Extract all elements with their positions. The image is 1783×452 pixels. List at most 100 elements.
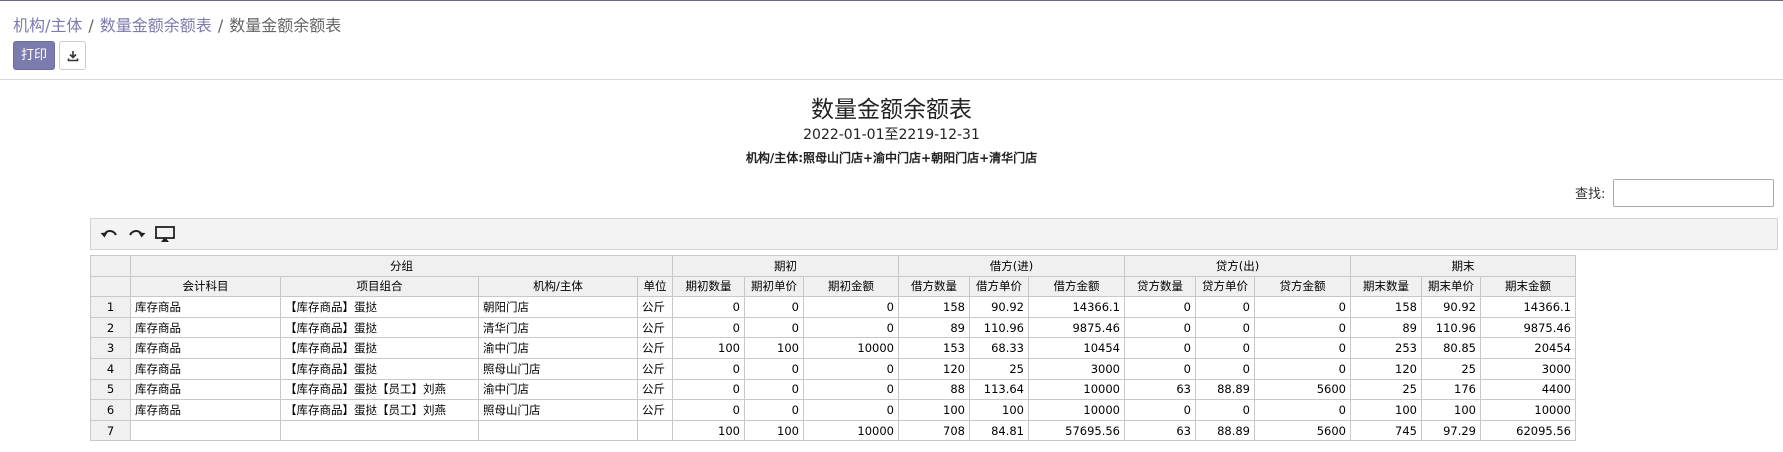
closing-price-cell[interactable]: 100 — [1421, 399, 1481, 421]
debit-amount-cell[interactable]: 9875.46 — [1028, 316, 1125, 339]
opening-qty-cell[interactable]: 0 — [672, 357, 745, 380]
opening-qty-cell[interactable]: 0 — [672, 378, 745, 401]
opening-qty-cell[interactable]: 0 — [672, 296, 745, 318]
debit-price-cell[interactable]: 90.92 — [969, 296, 1029, 318]
column-header[interactable]: 单位 — [637, 275, 673, 298]
project-cell[interactable]: 【库存商品】蛋挞 — [280, 296, 479, 318]
credit-amount-cell[interactable]: 0 — [1254, 296, 1351, 318]
closing-amount-cell[interactable]: 20454 — [1480, 337, 1576, 359]
entity-cell[interactable] — [478, 419, 638, 442]
column-header[interactable]: 期末金额 — [1480, 275, 1576, 298]
debit-price-cell[interactable]: 113.64 — [969, 378, 1029, 401]
column-header[interactable]: 机构/主体 — [478, 275, 638, 298]
credit-amount-cell[interactable]: 5600 — [1254, 378, 1351, 401]
closing-price-cell[interactable]: 110.96 — [1421, 316, 1481, 339]
credit-amount-cell[interactable]: 0 — [1254, 399, 1351, 421]
opening-qty-cell[interactable]: 0 — [672, 399, 745, 421]
column-header[interactable]: 贷方数量 — [1124, 275, 1196, 298]
credit-price-cell[interactable]: 88.89 — [1195, 378, 1255, 401]
account-cell[interactable] — [130, 419, 281, 442]
debit-amount-cell[interactable]: 10000 — [1028, 399, 1125, 421]
opening-amount-cell[interactable]: 0 — [803, 296, 899, 318]
debit-price-cell[interactable]: 25 — [969, 357, 1029, 380]
debit-qty-cell[interactable]: 708 — [898, 419, 970, 442]
column-header[interactable]: 期初数量 — [672, 275, 745, 298]
column-header[interactable]: 借方单价 — [969, 275, 1029, 298]
column-header[interactable]: 借方数量 — [898, 275, 970, 298]
account-cell[interactable]: 库存商品 — [130, 296, 281, 318]
project-cell[interactable] — [280, 419, 479, 442]
credit-amount-cell[interactable]: 0 — [1254, 337, 1351, 359]
entity-cell[interactable]: 朝阳门店 — [478, 296, 638, 318]
breadcrumb-item-report[interactable]: 数量金额余额表 — [100, 16, 212, 35]
download-button[interactable] — [59, 41, 86, 70]
account-cell[interactable]: 库存商品 — [130, 337, 281, 359]
closing-qty-cell[interactable]: 158 — [1350, 296, 1422, 318]
column-header[interactable]: 期初金额 — [803, 275, 899, 298]
project-cell[interactable]: 【库存商品】蛋挞【员工】刘燕 — [280, 378, 479, 401]
column-header[interactable]: 期末数量 — [1350, 275, 1422, 298]
closing-price-cell[interactable]: 97.29 — [1421, 419, 1481, 442]
row-number-cell[interactable]: 4 — [90, 357, 131, 380]
undo-button[interactable] — [97, 222, 121, 246]
opening-amount-cell[interactable]: 10000 — [803, 419, 899, 442]
credit-amount-cell[interactable]: 0 — [1254, 316, 1351, 339]
breadcrumb-item-org[interactable]: 机构/主体 — [13, 16, 82, 35]
opening-price-cell[interactable]: 0 — [744, 316, 804, 339]
opening-price-cell[interactable]: 0 — [744, 399, 804, 421]
unit-cell[interactable]: 公斤 — [637, 399, 673, 421]
closing-amount-cell[interactable]: 62095.56 — [1480, 419, 1576, 442]
unit-cell[interactable]: 公斤 — [637, 296, 673, 318]
opening-qty-cell[interactable]: 0 — [672, 316, 745, 339]
opening-amount-cell[interactable]: 0 — [803, 399, 899, 421]
row-number-cell[interactable]: 2 — [90, 316, 131, 339]
credit-qty-cell[interactable]: 0 — [1124, 296, 1196, 318]
unit-cell[interactable] — [637, 419, 673, 442]
debit-qty-cell[interactable]: 89 — [898, 316, 970, 339]
credit-qty-cell[interactable]: 0 — [1124, 357, 1196, 380]
column-header[interactable]: 期末单价 — [1421, 275, 1481, 298]
credit-price-cell[interactable]: 88.89 — [1195, 419, 1255, 442]
column-header[interactable]: 会计科目 — [130, 275, 281, 298]
closing-price-cell[interactable]: 80.85 — [1421, 337, 1481, 359]
debit-amount-cell[interactable]: 3000 — [1028, 357, 1125, 380]
account-cell[interactable]: 库存商品 — [130, 378, 281, 401]
debit-amount-cell[interactable]: 10000 — [1028, 378, 1125, 401]
closing-amount-cell[interactable]: 9875.46 — [1480, 316, 1576, 339]
debit-amount-cell[interactable]: 57695.56 — [1028, 419, 1125, 442]
credit-price-cell[interactable]: 0 — [1195, 296, 1255, 318]
opening-price-cell[interactable]: 0 — [744, 357, 804, 380]
credit-qty-cell[interactable]: 0 — [1124, 337, 1196, 359]
present-button[interactable] — [153, 222, 177, 246]
debit-qty-cell[interactable]: 100 — [898, 399, 970, 421]
closing-amount-cell[interactable]: 10000 — [1480, 399, 1576, 421]
debit-price-cell[interactable]: 84.81 — [969, 419, 1029, 442]
closing-price-cell[interactable]: 25 — [1421, 357, 1481, 380]
row-number-cell[interactable]: 6 — [90, 399, 131, 421]
unit-cell[interactable]: 公斤 — [637, 337, 673, 359]
opening-qty-cell[interactable]: 100 — [672, 419, 745, 442]
opening-price-cell[interactable]: 100 — [744, 419, 804, 442]
credit-price-cell[interactable]: 0 — [1195, 316, 1255, 339]
column-header[interactable]: 期初单价 — [744, 275, 804, 298]
column-header[interactable]: 贷方单价 — [1195, 275, 1255, 298]
project-cell[interactable]: 【库存商品】蛋挞【员工】刘燕 — [280, 399, 479, 421]
debit-price-cell[interactable]: 100 — [969, 399, 1029, 421]
credit-qty-cell[interactable]: 0 — [1124, 399, 1196, 421]
row-number-cell[interactable]: 7 — [90, 419, 131, 442]
row-number-cell[interactable]: 1 — [90, 296, 131, 318]
debit-qty-cell[interactable]: 153 — [898, 337, 970, 359]
closing-amount-cell[interactable]: 4400 — [1480, 378, 1576, 401]
column-header[interactable]: 贷方金额 — [1254, 275, 1351, 298]
entity-cell[interactable]: 渝中门店 — [478, 378, 638, 401]
project-cell[interactable]: 【库存商品】蛋挞 — [280, 337, 479, 359]
credit-price-cell[interactable]: 0 — [1195, 399, 1255, 421]
unit-cell[interactable]: 公斤 — [637, 357, 673, 380]
opening-price-cell[interactable]: 0 — [744, 378, 804, 401]
closing-amount-cell[interactable]: 14366.1 — [1480, 296, 1576, 318]
opening-price-cell[interactable]: 100 — [744, 337, 804, 359]
debit-amount-cell[interactable]: 10454 — [1028, 337, 1125, 359]
closing-qty-cell[interactable]: 25 — [1350, 378, 1422, 401]
unit-cell[interactable]: 公斤 — [637, 316, 673, 339]
account-cell[interactable]: 库存商品 — [130, 316, 281, 339]
